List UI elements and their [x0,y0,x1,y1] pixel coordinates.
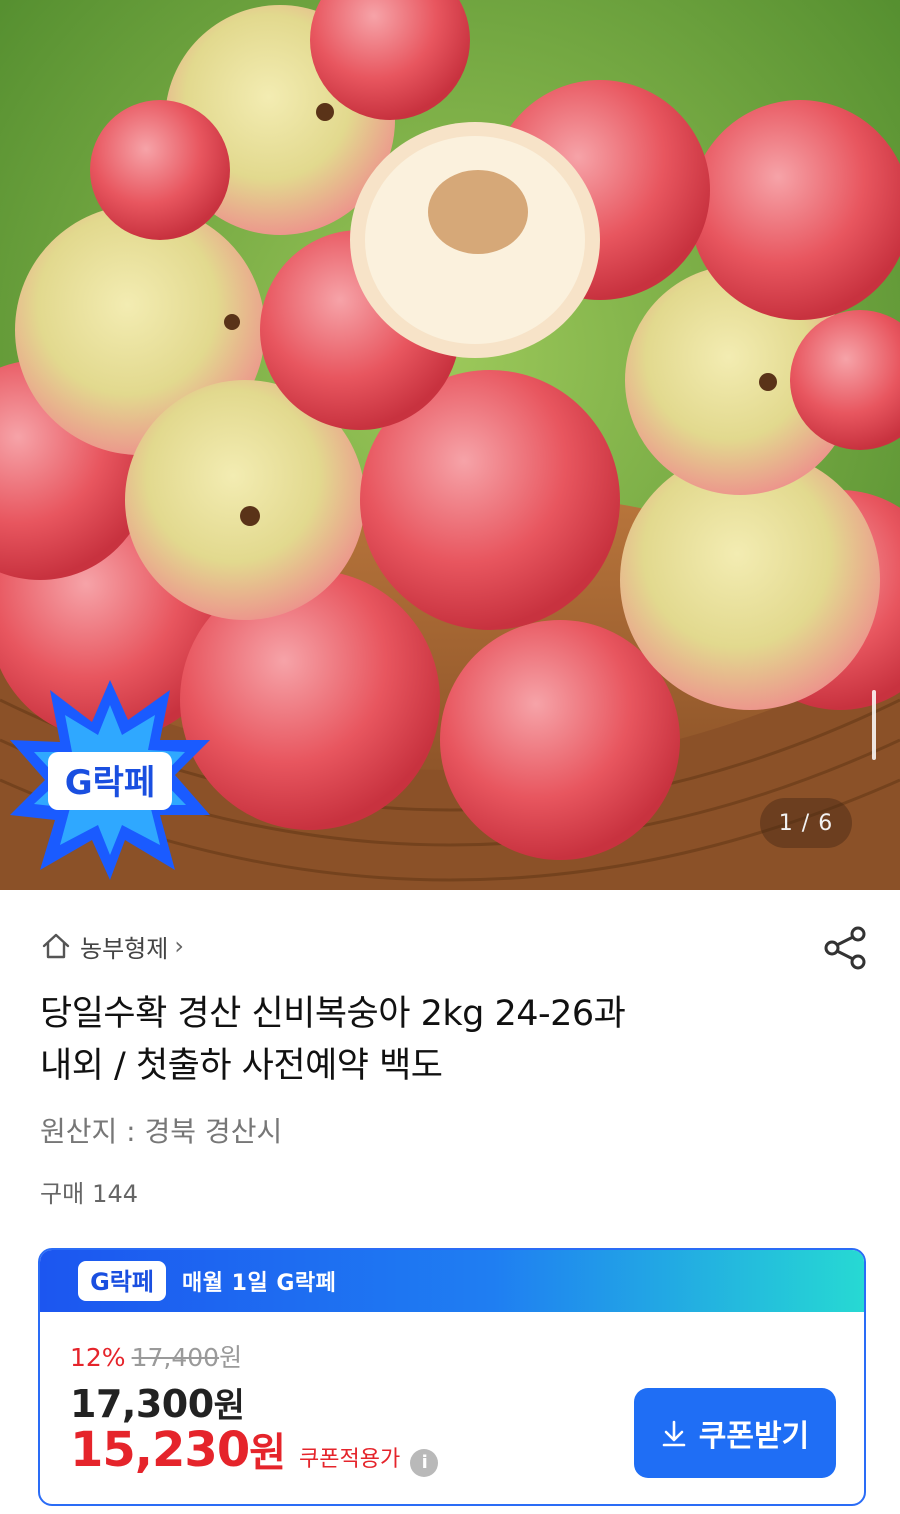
seller-link[interactable]: 농부형제 › [40,928,184,964]
chevron-right-icon: › [174,932,184,960]
svg-text:G락페: G락페 [65,763,155,803]
product-image-gallery[interactable]: G락페 1 / 6 [0,0,900,890]
product-title-line1: 당일수확 경산 신비복숭아 2kg 24-26과 [40,994,626,1034]
g-festival-logo-icon: G락페 [78,1261,166,1301]
svg-text:G락페: G락페 [90,1268,154,1296]
share-icon[interactable] [822,924,870,972]
product-title: 당일수확 경산 신비복숭아 2kg 24-26과 내외 / 첫출하 사전예약 백… [40,988,840,1092]
coupon-applied-label: 쿠폰적용가 [299,1447,401,1472]
purchase-label: 구매 [40,1180,85,1208]
final-price: 15,230 원 쿠폰적용가 i [70,1420,439,1478]
promo-card-header: G락페 매월 1일 G락페 [40,1250,864,1312]
seller-name: 농부형제 [80,934,169,963]
discount-rate: 12% [70,1343,126,1372]
home-icon [42,933,70,959]
product-title-line2: 내외 / 첫출하 사전예약 백도 [40,1046,443,1086]
image-counter: 1 / 6 [760,798,852,848]
g-festival-badge-icon: G락페 [10,680,210,880]
info-icon[interactable]: i [410,1449,439,1477]
final-price-unit: 원 [249,1430,286,1476]
get-coupon-button[interactable]: 쿠폰받기 [634,1388,836,1478]
discount-row: 12% 17,400 원 [70,1338,242,1374]
promo-price-card: G락페 매월 1일 G락페 12% 17,400 원 17,300원 15,230… [38,1248,866,1506]
original-price: 17,400 [131,1343,220,1372]
purchase-count: 구매 144 [40,1174,138,1209]
final-price-value: 15,230 [70,1422,250,1478]
download-icon [662,1420,686,1447]
promo-headline: 매월 1일 G락페 [182,1271,337,1296]
purchase-number: 144 [92,1180,138,1208]
original-price-unit: 원 [219,1343,243,1372]
product-origin: 원산지 : 경북 경산시 [40,1115,283,1148]
gallery-scroll-indicator [872,690,876,760]
get-coupon-label: 쿠폰받기 [698,1419,810,1454]
